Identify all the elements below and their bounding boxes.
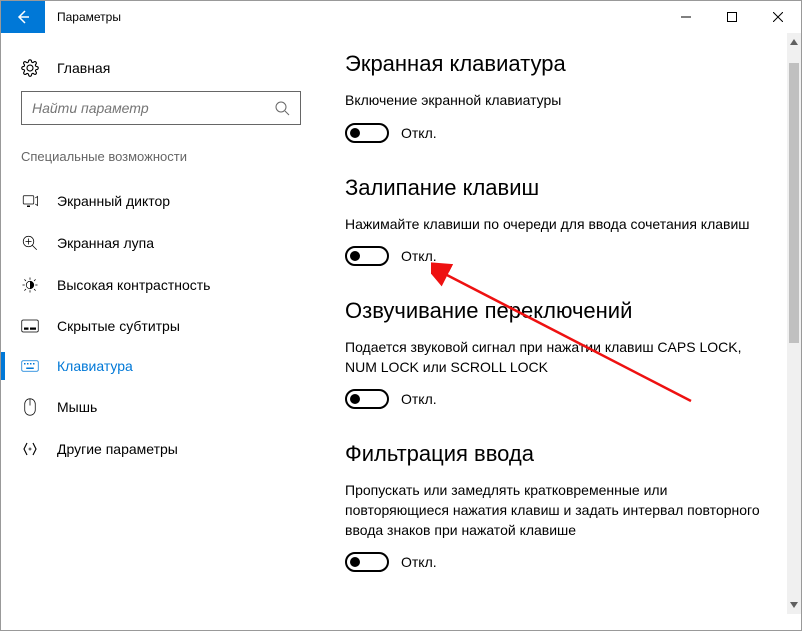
toggle-state: Откл. — [401, 125, 437, 141]
scroll-up-icon[interactable] — [787, 35, 801, 49]
close-button[interactable] — [755, 1, 801, 33]
titlebar: Параметры — [1, 1, 801, 33]
toggle-sticky-keys[interactable] — [345, 246, 389, 266]
window-controls — [663, 1, 801, 33]
group-toggle-keys: Озвучивание переключений Подается звуков… — [345, 298, 771, 409]
search-icon — [274, 100, 290, 116]
group-title: Озвучивание переключений — [345, 298, 771, 324]
window-title: Параметры — [57, 10, 121, 24]
captions-icon — [21, 319, 39, 333]
group-filter-keys: Фильтрация ввода Пропускать или замедлят… — [345, 441, 771, 572]
group-title: Экранная клавиатура — [345, 51, 771, 77]
group-desc: Включение экранной клавиатуры — [345, 91, 771, 111]
sidebar-item-label: Экранный диктор — [57, 193, 170, 209]
home-label: Главная — [57, 60, 110, 76]
group-desc: Пропускать или замедлять кратковременные… — [345, 481, 771, 540]
scroll-down-icon[interactable] — [787, 598, 801, 612]
scrollbar[interactable] — [787, 33, 801, 614]
sidebar-item-narrator[interactable]: Экранный диктор — [21, 180, 301, 222]
minimize-icon — [681, 12, 691, 22]
maximize-icon — [727, 12, 737, 22]
sidebar-item-magnifier[interactable]: Экранная лупа — [21, 222, 301, 264]
toggle-state: Откл. — [401, 391, 437, 407]
toggle-state: Откл. — [401, 248, 437, 264]
magnifier-icon — [21, 234, 39, 252]
sidebar-item-other[interactable]: Другие параметры — [21, 428, 301, 470]
sidebar-item-label: Высокая контрастность — [57, 277, 210, 293]
sidebar-item-captions[interactable]: Скрытые субтитры — [21, 306, 301, 346]
narrator-icon — [21, 192, 39, 210]
home-link[interactable]: Главная — [21, 49, 301, 91]
toggle-onscreen-keyboard[interactable] — [345, 123, 389, 143]
sidebar-item-label: Другие параметры — [57, 441, 178, 457]
sidebar-item-label: Экранная лупа — [57, 235, 154, 251]
gear-icon — [21, 59, 39, 77]
keyboard-icon — [21, 359, 39, 373]
contrast-icon — [21, 276, 39, 294]
section-header: Специальные возможности — [21, 149, 301, 164]
sidebar-item-label: Скрытые субтитры — [57, 318, 180, 334]
toggle-filter-keys[interactable] — [345, 552, 389, 572]
maximize-button[interactable] — [709, 1, 755, 33]
arrow-left-icon — [15, 9, 31, 25]
sidebar-item-label: Клавиатура — [57, 358, 133, 374]
toggle-toggle-keys[interactable] — [345, 389, 389, 409]
group-title: Залипание клавиш — [345, 175, 771, 201]
scrollbar-thumb[interactable] — [789, 63, 799, 343]
group-desc: Подается звуковой сигнал при нажатии кла… — [345, 338, 771, 377]
sidebar-item-contrast[interactable]: Высокая контрастность — [21, 264, 301, 306]
sidebar-item-keyboard[interactable]: Клавиатура — [21, 346, 301, 386]
search-box[interactable] — [21, 91, 301, 125]
group-title: Фильтрация ввода — [345, 441, 771, 467]
main-content: Экранная клавиатура Включение экранной к… — [321, 33, 801, 630]
mouse-icon — [21, 398, 39, 416]
other-icon — [21, 440, 39, 458]
sidebar-item-mouse[interactable]: Мышь — [21, 386, 301, 428]
minimize-button[interactable] — [663, 1, 709, 33]
sidebar-item-label: Мышь — [57, 399, 97, 415]
toggle-state: Откл. — [401, 554, 437, 570]
group-onscreen-keyboard: Экранная клавиатура Включение экранной к… — [345, 51, 771, 143]
close-icon — [773, 12, 783, 22]
back-button[interactable] — [1, 1, 45, 33]
sidebar: Главная Специальные возможности Экранный… — [1, 33, 321, 630]
group-sticky-keys: Залипание клавиш Нажимайте клавиши по оч… — [345, 175, 771, 267]
group-desc: Нажимайте клавиши по очереди для ввода с… — [345, 215, 771, 235]
search-input[interactable] — [32, 100, 274, 116]
